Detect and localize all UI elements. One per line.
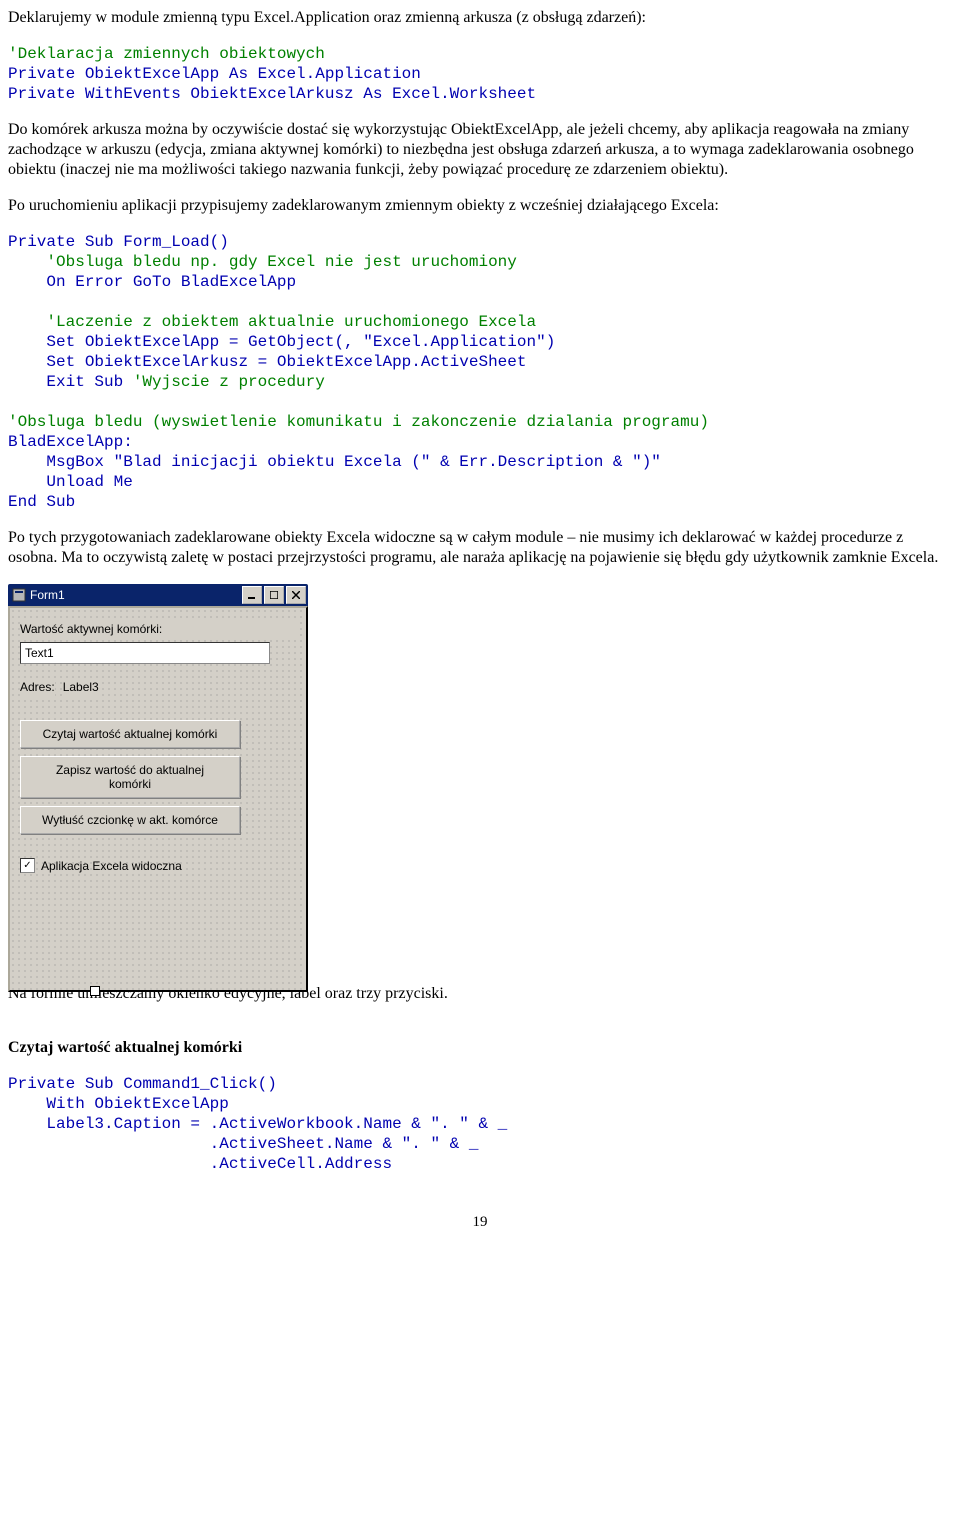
minimize-button[interactable] [242,586,262,604]
code-line: Private Sub Command1_Click() [8,1075,277,1093]
code-comment: 'Wyjscie z procedury [133,373,325,391]
code-line: Private Sub Form_Load() [8,233,229,251]
excel-visible-checkbox[interactable]: ✓ Aplikacja Excela widoczna [20,858,296,873]
code-line: Set ObiektExcelApp = GetObject(, "Excel.… [8,333,555,351]
code-comment: 'Obsluga bledu np. gdy Excel nie jest ur… [8,253,517,271]
heading-read-cell: Czytaj wartość aktualnej komórki [8,1038,952,1058]
form-client-area[interactable]: Wartość aktywnej komórki: Adres: Label3 … [8,606,308,992]
code-block-declarations: 'Deklaracja zmiennych obiektowych Privat… [8,44,952,104]
code-comment: 'Deklaracja zmiennych obiektowych [8,45,325,63]
paragraph-explanation: Do komórek arkusza można by oczywiście d… [8,120,952,180]
code-line: Exit Sub [8,373,133,391]
paragraph-runtime: Po uruchomieniu aplikacji przypisujemy z… [8,196,952,216]
text1-input[interactable] [20,642,270,664]
code-line: Label3.Caption = .ActiveWorkbook.Name & … [8,1115,507,1133]
read-cell-button[interactable]: Czytaj wartość aktualnej komórki [20,720,240,748]
checkbox-label: Aplikacja Excela widoczna [41,859,182,873]
code-line: .ActiveCell.Address [8,1155,392,1173]
page-number: 19 [8,1214,952,1231]
code-line: Set ObiektExcelArkusz = ObiektExcelApp.A… [8,353,526,371]
vb-form-designer: Form1 Wartość aktywnej komórki: Adres: L… [8,584,308,964]
checkbox-icon: ✓ [20,858,35,873]
code-line: Private WithEvents ObiektExcelArkusz As … [8,85,536,103]
code-line: MsgBox "Blad inicjacji obiektu Excela ("… [8,453,661,471]
label3-value: Label3 [63,678,99,696]
code-line: End Sub [8,493,75,511]
code-comment: 'Obsluga bledu (wyswietlenie komunikatu … [8,413,709,431]
form-titlebar[interactable]: Form1 [8,584,308,606]
code-line: Unload Me [8,473,133,491]
code-block-formload: Private Sub Form_Load() 'Obsluga bledu n… [8,232,952,512]
paragraph-declare: Deklarujemy w module zmienną typu Excel.… [8,8,952,28]
paragraph-after-setup: Po tych przygotowaniach zadeklarowane ob… [8,528,952,568]
code-line: .ActiveSheet.Name & ". " & _ [8,1135,478,1153]
code-comment: 'Laczenie z obiektem aktualnie uruchomio… [8,313,536,331]
code-block-command1: Private Sub Command1_Click() With Obiekt… [8,1074,952,1174]
write-cell-button[interactable]: Zapisz wartość do aktualnej komórki [20,756,240,798]
close-button[interactable] [286,586,306,604]
label-active-cell-value: Wartość aktywnej komórki: [20,620,296,638]
code-line: Private ObiektExcelApp As Excel.Applicat… [8,65,421,83]
code-line: On Error GoTo BladExcelApp [8,273,296,291]
code-line: BladExcelApp: [8,433,133,451]
form-title: Form1 [30,588,65,602]
form-icon [12,588,26,602]
resize-handle[interactable] [90,986,100,996]
bold-font-button[interactable]: Wytłuść czcionkę w akt. komórce [20,806,240,834]
label-address-prefix: Adres: [20,678,55,696]
code-line: With ObiektExcelApp [8,1095,229,1113]
maximize-button[interactable] [264,586,284,604]
